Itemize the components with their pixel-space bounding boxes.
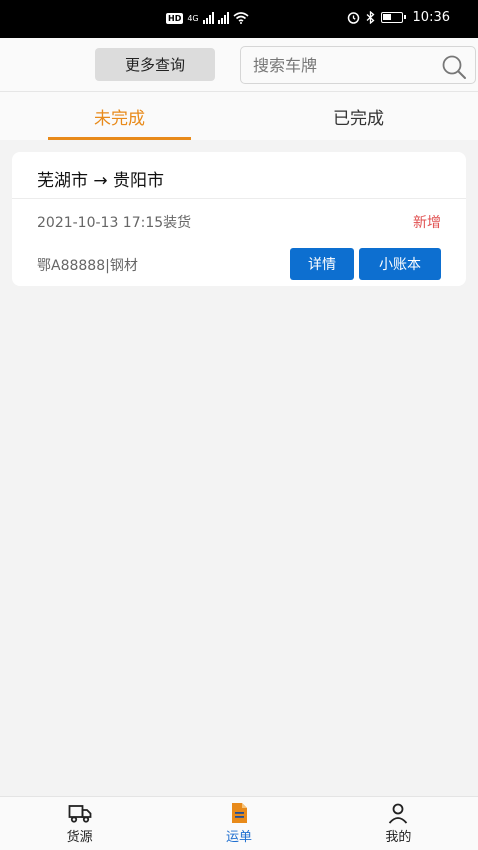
ledger-button[interactable]: 小账本: [359, 248, 441, 280]
nav-item-waybill[interactable]: 运单: [159, 797, 318, 850]
tab-completed[interactable]: 已完成: [239, 92, 478, 140]
order-plate-cargo: 鄂A88888|钢材: [37, 258, 138, 274]
battery-icon: [380, 12, 406, 23]
alarm-icon: [347, 12, 359, 24]
search-icon[interactable]: [441, 54, 467, 80]
status-bar: HD 4G 10:36: [0, 0, 478, 38]
app-screen: HD 4G 10:36 更多查询 搜索车牌 未完成 已完成 芜湖市 → 贵阳市 …: [0, 0, 478, 850]
bluetooth-icon: [366, 11, 375, 24]
order-tabs: 未完成 已完成: [0, 92, 478, 140]
network-type: 4G: [187, 13, 199, 23]
order-card[interactable]: 芜湖市 → 贵阳市 2021-10-13 17:15装货 新增 鄂A88888|…: [12, 152, 466, 286]
detail-button[interactable]: 详情: [290, 248, 354, 280]
order-load-time: 2021-10-13 17:15装货: [37, 215, 192, 231]
truck-icon: [68, 805, 92, 823]
status-right-group: 10:36: [347, 10, 450, 25]
status-time: 10:36: [412, 10, 450, 25]
nav-item-mine[interactable]: 我的: [319, 797, 478, 850]
search-box[interactable]: [240, 46, 476, 84]
nav-label-mine: 我的: [385, 830, 412, 845]
search-input[interactable]: [253, 55, 433, 75]
document-icon: [231, 803, 247, 823]
person-icon: [389, 803, 408, 824]
signal-2-icon: [217, 12, 229, 24]
signal-icon: [202, 12, 214, 24]
query-bar: 更多查询: [0, 38, 478, 92]
order-status-badge: 新增: [413, 215, 441, 231]
wifi-icon: [233, 12, 249, 24]
network-indicators: HD 4G: [166, 12, 249, 24]
bottom-nav: 货源 运单 我的: [0, 796, 478, 850]
nav-label-waybill: 运单: [225, 830, 252, 845]
more-query-button[interactable]: 更多查询: [95, 48, 215, 81]
order-route: 芜湖市 → 贵阳市: [37, 171, 165, 191]
nav-item-goods[interactable]: 货源: [0, 797, 159, 850]
card-divider: [12, 198, 466, 199]
hd-badge: HD: [166, 12, 184, 24]
tab-incomplete[interactable]: 未完成: [0, 92, 239, 140]
nav-label-goods: 货源: [66, 830, 93, 845]
